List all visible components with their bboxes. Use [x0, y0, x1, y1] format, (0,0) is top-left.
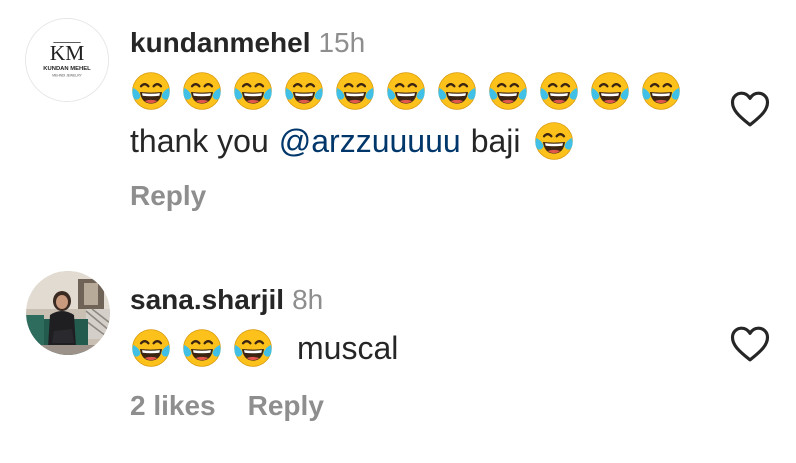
- face-with-tears-of-joy-icon: [334, 70, 376, 112]
- face-with-tears-of-joy-icon: [538, 70, 580, 112]
- username-link[interactable]: kundanmehel: [130, 27, 310, 58]
- comment-actions: 2 likes Reply: [130, 390, 324, 422]
- comment-thread: KM KUNDAN MEHEL MEHNDI JEWELRY kundanmeh…: [0, 0, 796, 463]
- comment-timestamp[interactable]: 8h: [292, 284, 323, 315]
- comment-timestamp[interactable]: 15h: [318, 27, 365, 58]
- comment-body: kundanmehel 15h thank you @arzzuuuuu baj…: [130, 25, 706, 163]
- comment-text: thank you @arzzuuuuu baji: [130, 119, 706, 163]
- face-with-tears-of-joy-icon: [181, 327, 223, 369]
- face-with-tears-of-joy-icon: [436, 70, 478, 112]
- comment-sana-sharjil: sana.sharjil 8h muscal 2 likes Reply: [0, 250, 796, 463]
- mention-link[interactable]: @arzzuuuuu: [279, 119, 461, 163]
- face-with-tears-of-joy-icon: [181, 70, 223, 112]
- emoji-row: [130, 69, 706, 113]
- face-with-tears-of-joy-icon: [385, 70, 427, 112]
- logo-brand-text: KUNDAN MEHEL: [43, 66, 91, 72]
- reply-button[interactable]: Reply: [248, 390, 324, 422]
- profile-photo: [26, 271, 110, 355]
- avatar[interactable]: KM KUNDAN MEHEL MEHNDI JEWELRY: [25, 18, 109, 102]
- comment-body: sana.sharjil 8h muscal: [130, 282, 706, 370]
- heart-outline-icon[interactable]: [730, 325, 770, 363]
- avatar[interactable]: [26, 271, 110, 355]
- logo-monogram: KM: [50, 41, 85, 65]
- face-with-tears-of-joy-icon: [130, 327, 172, 369]
- logo-tagline: MEHNDI JEWELRY: [52, 74, 82, 78]
- comment-text-end: baji: [470, 123, 521, 159]
- comment-actions: Reply: [130, 180, 206, 212]
- face-with-tears-of-joy-icon: [283, 70, 325, 112]
- reply-button[interactable]: Reply: [130, 180, 206, 212]
- comment-text-start: thank you: [130, 123, 269, 159]
- likes-count-link[interactable]: 2 likes: [130, 390, 216, 422]
- face-with-tears-of-joy-icon: [589, 70, 631, 112]
- username-link[interactable]: sana.sharjil: [130, 284, 284, 315]
- face-with-tears-of-joy-icon: [232, 327, 274, 369]
- kundan-mehel-logo-icon: KM KUNDAN MEHEL MEHNDI JEWELRY: [26, 19, 108, 101]
- comment-text: muscal: [130, 326, 706, 370]
- face-with-tears-of-joy-icon: [487, 70, 529, 112]
- comment-header: sana.sharjil 8h: [130, 282, 706, 318]
- face-with-tears-of-joy-icon: [533, 120, 575, 162]
- face-with-tears-of-joy-icon: [130, 70, 172, 112]
- face-with-tears-of-joy-icon: [232, 70, 274, 112]
- comment-text-content: muscal: [297, 330, 399, 366]
- comment-kundanmehel: KM KUNDAN MEHEL MEHNDI JEWELRY kundanmeh…: [0, 0, 796, 250]
- emoji-group: [130, 327, 283, 369]
- comment-header: kundanmehel 15h: [130, 25, 706, 61]
- face-with-tears-of-joy-icon: [640, 70, 682, 112]
- heart-outline-icon[interactable]: [730, 90, 770, 128]
